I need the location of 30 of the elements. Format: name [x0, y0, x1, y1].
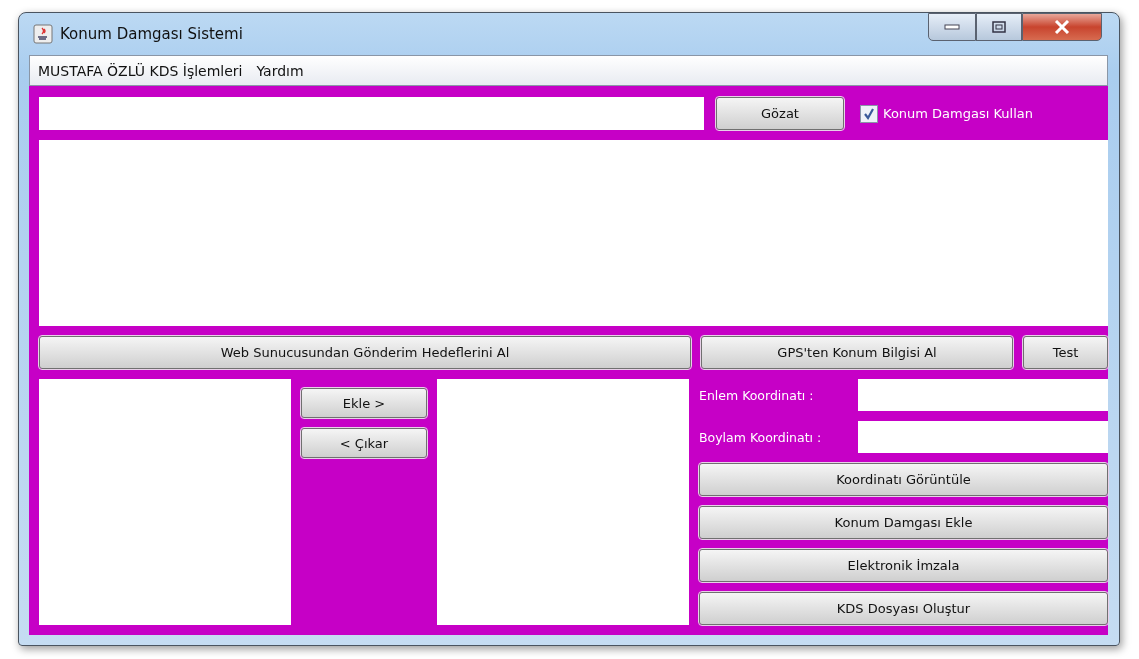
menu-item[interactable]: Yardım	[256, 62, 304, 79]
coordinate-field[interactable]	[858, 379, 1108, 411]
cup-icon	[33, 24, 53, 45]
remove-button[interactable]: < Çıkar	[301, 428, 427, 458]
action-button[interactable]: Elektronik İmzala	[699, 549, 1108, 582]
menu-item[interactable]: MUSTAFA ÖZLÜ KDS İşlemleri	[38, 62, 243, 79]
close-icon	[1054, 20, 1070, 34]
source-list[interactable]	[39, 379, 291, 625]
add-button[interactable]: Ekle >	[301, 388, 427, 418]
action-button[interactable]: KDS Dosyası Oluştur	[699, 592, 1108, 625]
test-button[interactable]: Test	[1023, 336, 1108, 369]
file-path-field[interactable]	[39, 97, 704, 130]
action-button[interactable]: Konum Damgası Ekle	[699, 506, 1108, 539]
maximize-icon	[992, 21, 1006, 33]
minimize-button[interactable]	[928, 13, 976, 41]
fetch-targets-button[interactable]: Web Sunucusundan Gönderim Hedeflerini Al	[39, 336, 691, 369]
checkbox[interactable]	[860, 104, 878, 123]
text-area[interactable]	[39, 140, 1108, 326]
browse-button[interactable]: Gözat	[716, 97, 844, 130]
minimize-icon	[944, 24, 960, 30]
target-list[interactable]	[437, 379, 689, 625]
coordinate-label: Enlem Koordinatı :	[699, 387, 815, 403]
coordinate-field[interactable]	[858, 421, 1108, 453]
maximize-button[interactable]	[976, 13, 1022, 41]
checkbox-label: Konum Damgası Kullan	[883, 106, 1034, 121]
action-button[interactable]: Koordinatı Görüntüle	[699, 463, 1108, 496]
gps-button[interactable]: GPS'ten Konum Bilgisi Al	[701, 336, 1013, 369]
window-title: Konum Damgası Sistemi	[60, 25, 244, 44]
coordinate-label: Boylam Koordinatı :	[699, 429, 823, 445]
close-button[interactable]	[1022, 13, 1102, 41]
